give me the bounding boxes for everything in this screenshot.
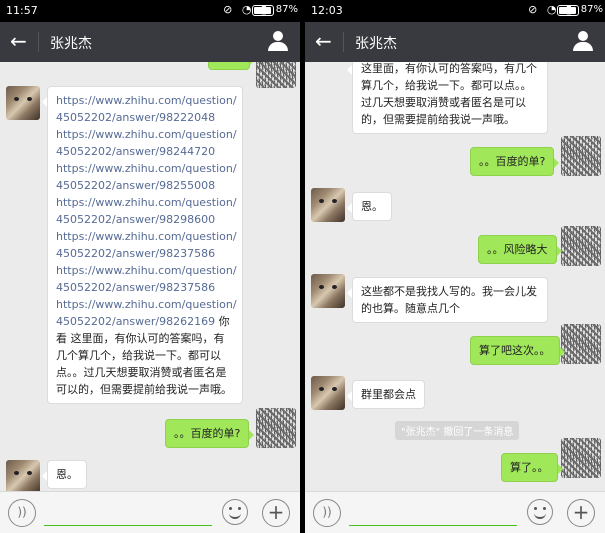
message-input[interactable]: [44, 500, 212, 526]
plus-icon[interactable]: +: [262, 499, 290, 527]
message-bubble-links[interactable]: https://www.zhihu.com/question/ 45052202…: [42, 86, 243, 404]
link-url[interactable]: 45052202/answer/98222048: [56, 109, 234, 126]
chat-header: ← 张兆杰: [0, 22, 300, 62]
chat-title: 张兆杰: [355, 36, 397, 52]
link-url[interactable]: 45052202/answer/98244720: [56, 143, 234, 160]
self-avatar[interactable]: [561, 226, 601, 266]
message-bubble-contact[interactable]: 恩。: [42, 460, 87, 489]
link-url[interactable]: 45052202/answer/98237586: [56, 279, 234, 296]
link-url[interactable]: 45052202/answer/98262169: [56, 315, 215, 328]
link-url[interactable]: https://www.zhihu.com/question/: [56, 296, 237, 313]
message-input[interactable]: [349, 500, 517, 526]
status-bar: 11:57 ⊘ ◔ ▮ 87%: [0, 0, 300, 22]
chat-title: 张兆杰: [50, 36, 92, 52]
self-avatar[interactable]: [561, 136, 601, 176]
self-avatar[interactable]: [561, 324, 601, 364]
link-url[interactable]: https://www.zhihu.com/question/: [56, 160, 237, 177]
self-avatar[interactable]: [256, 62, 296, 88]
header-divider: [343, 32, 344, 52]
self-avatar[interactable]: [256, 408, 296, 448]
contact-avatar[interactable]: [311, 376, 345, 410]
chat-area[interactable]: https://www.zhihu.com/question/ 45052202…: [0, 62, 300, 491]
message-bubble-self[interactable]: 。。百度的单?: [165, 419, 255, 448]
battery-icon: [557, 5, 579, 16]
voice-icon[interactable]: )): [313, 499, 341, 527]
contact-avatar[interactable]: [6, 86, 40, 120]
battery-percent: 87%: [580, 4, 603, 15]
emoji-icon[interactable]: [222, 499, 248, 525]
status-time: 11:57: [6, 4, 38, 17]
contact-avatar[interactable]: [311, 274, 345, 308]
link-url[interactable]: https://www.zhihu.com/question/: [56, 92, 237, 109]
person-icon[interactable]: [573, 31, 593, 53]
chat-header: ← 张兆杰: [305, 22, 605, 62]
right-screen: 12:03 ⊘ ◔ ▮ 87% ← 张兆杰 这里面，有你认可的答案吗，有几个算几…: [305, 0, 605, 533]
input-bar: )) +: [305, 491, 605, 533]
header-divider: [38, 32, 39, 52]
status-bar: 12:03 ⊘ ◔ ▮ 87%: [305, 0, 605, 22]
battery-icon: [252, 5, 274, 16]
back-arrow-icon[interactable]: ←: [10, 30, 30, 52]
message-text: 这里面，有你认可的答案吗，有几个算几个，给我说一下。都可以点。。过几天想要取消赞…: [56, 332, 232, 396]
message-bubble-self[interactable]: [208, 62, 255, 70]
battery-percent: 87%: [275, 4, 298, 15]
link-url[interactable]: https://www.zhihu.com/question/: [56, 228, 237, 245]
status-time: 12:03: [311, 4, 343, 17]
link-url[interactable]: https://www.zhihu.com/question/: [56, 194, 237, 211]
emoji-icon[interactable]: [527, 499, 553, 525]
contact-avatar[interactable]: [6, 460, 40, 491]
message-bubble-contact[interactable]: 这里面，有你认可的答案吗，有几个算几个，给我说一下。都可以点。。过几天想要取消赞…: [347, 62, 548, 134]
contact-avatar[interactable]: [311, 188, 345, 222]
back-arrow-icon[interactable]: ←: [315, 30, 335, 52]
message-bubble-contact[interactable]: 群里都会点: [347, 380, 425, 409]
input-bar: )) +: [0, 491, 300, 533]
person-icon[interactable]: [268, 31, 288, 53]
message-bubble-contact[interactable]: 恩。: [347, 192, 392, 221]
link-url[interactable]: https://www.zhihu.com/question/: [56, 126, 237, 143]
message-bubble-contact[interactable]: 这些都不是我找人写的。我一会儿发的也算。随意点几个: [347, 277, 548, 323]
recall-notice: "张兆杰" 撤回了一条消息: [395, 421, 520, 440]
link-url[interactable]: 45052202/answer/98255008: [56, 177, 234, 194]
message-bubble-self[interactable]: 算了。。: [501, 453, 562, 482]
plus-icon[interactable]: +: [567, 499, 595, 527]
left-screen: 11:57 ⊘ ◔ ▮ 87% ← 张兆杰 https://www.zhihu.…: [0, 0, 300, 533]
message-bubble-self[interactable]: 。。百度的单?: [470, 147, 560, 176]
message-bubble-self[interactable]: 。。风险略大: [478, 235, 561, 264]
link-url[interactable]: 45052202/answer/98237586: [56, 245, 234, 262]
link-url[interactable]: 45052202/answer/98298600: [56, 211, 234, 228]
voice-icon[interactable]: )): [8, 499, 36, 527]
self-avatar[interactable]: [561, 438, 601, 478]
message-bubble-self[interactable]: 算了吧这次。。: [470, 336, 564, 365]
link-url[interactable]: https://www.zhihu.com/question/: [56, 262, 237, 279]
